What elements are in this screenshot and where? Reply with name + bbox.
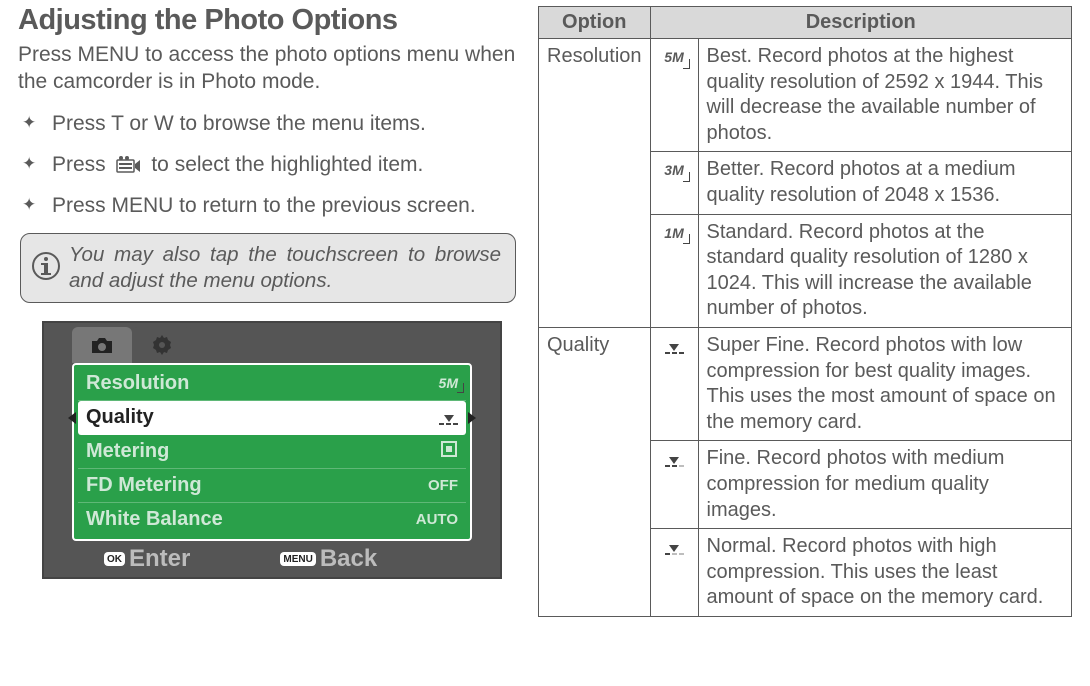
option-name: Quality <box>539 327 651 616</box>
table-row: QualitySuper Fine. Record photos with lo… <box>539 327 1072 440</box>
tab-settings <box>132 327 192 363</box>
step-list: ✦Press T or W to browse the menu items. ✦… <box>18 110 518 220</box>
info-note-text: You may also tap the touchscreen to brow… <box>69 242 501 293</box>
option-description: Super Fine. Record photos with low compr… <box>698 327 1071 440</box>
page-title: Adjusting the Photo Options <box>18 4 518 37</box>
camera-screenshot: Resolution5MQualityMeteringFD MeteringOF… <box>42 321 502 579</box>
menu-row-metering: Metering <box>78 435 466 469</box>
option-description: Fine. Record photos with medium compress… <box>698 441 1071 529</box>
step-item: ✦Press T or W to browse the menu items. <box>22 110 518 137</box>
camera-icon <box>116 156 142 174</box>
menu-row-white-balance: White BalanceAUTO <box>78 503 466 537</box>
option-description: Normal. Record photos with high compress… <box>698 529 1071 617</box>
menu-row-fd-metering: FD MeteringOFF <box>78 469 466 503</box>
quality-level-3-icon <box>650 327 698 440</box>
option-name: Resolution <box>539 39 651 328</box>
resolution-1m-icon: 1M <box>650 214 698 327</box>
option-description: Best. Record photos at the highest quali… <box>698 39 1071 152</box>
step-item: ✦Press MENU to return to the previous sc… <box>22 192 518 219</box>
option-description: Better. Record photos at a medium qualit… <box>698 152 1071 214</box>
quality-level-1-icon <box>650 529 698 617</box>
quality-level-2-icon <box>650 441 698 529</box>
resolution-3m-icon: 3M <box>650 152 698 214</box>
menu-row-quality: Quality <box>78 401 466 435</box>
footer-back: MENUBack <box>280 545 377 573</box>
info-icon <box>31 251 69 286</box>
table-row: Resolution5MBest. Record photos at the h… <box>539 39 1072 152</box>
resolution-5m-icon: 5M <box>650 39 698 152</box>
step-item: ✦Press to select the highlighted item. <box>22 151 518 178</box>
option-description: Standard. Record photos at the standard … <box>698 214 1071 327</box>
th-description: Description <box>650 7 1071 39</box>
info-note-box: You may also tap the touchscreen to brow… <box>20 233 516 302</box>
footer-enter: OKEnter <box>104 545 190 573</box>
th-option: Option <box>539 7 651 39</box>
intro-text: Press MENU to access the photo options m… <box>18 41 518 96</box>
options-table: Option Description Resolution5MBest. Rec… <box>538 6 1072 617</box>
tab-photo <box>72 327 132 363</box>
menu-row-resolution: Resolution5M <box>78 367 466 401</box>
